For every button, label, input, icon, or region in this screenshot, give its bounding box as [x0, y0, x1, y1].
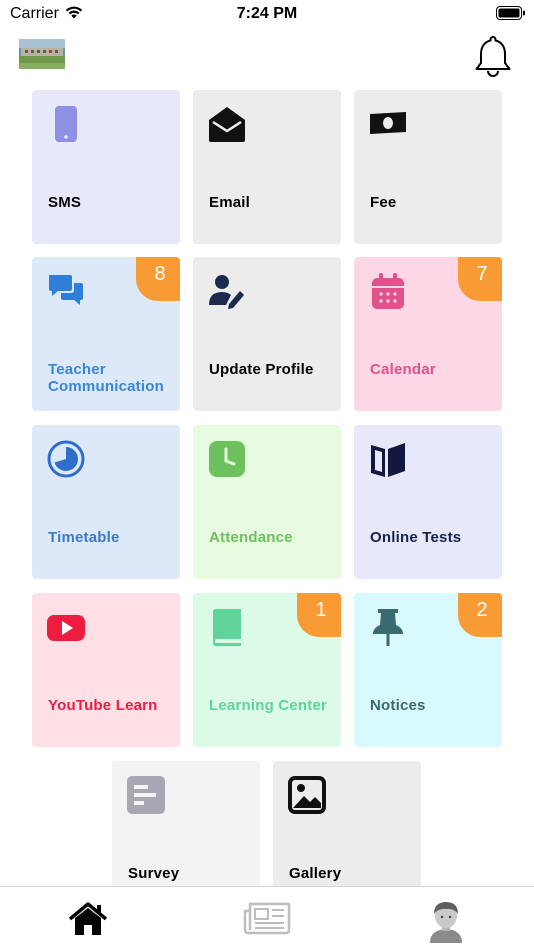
- tile-teacher-communication[interactable]: Teacher Communication 8: [32, 257, 180, 411]
- tile-label: Fee: [370, 194, 397, 211]
- image-icon: [287, 775, 327, 815]
- book-icon: [207, 607, 247, 647]
- count-badge: 1: [297, 593, 341, 637]
- tile-label-line: Communication: [48, 378, 164, 395]
- tile-online-tests[interactable]: Online Tests: [354, 425, 502, 579]
- phone-icon: [46, 104, 86, 144]
- battery-icon: [496, 6, 526, 26]
- bell-icon[interactable]: [472, 34, 514, 85]
- tile-label: Attendance: [209, 529, 293, 546]
- clock-icon: [207, 439, 247, 479]
- tile-update-profile[interactable]: Update Profile: [193, 257, 341, 411]
- count-badge: 8: [136, 257, 180, 301]
- survey-icon: [126, 775, 166, 815]
- banknote-icon: [368, 104, 408, 144]
- count-badge: 7: [458, 257, 502, 301]
- tile-label: Teacher Communication: [48, 361, 164, 395]
- tile-calendar[interactable]: Calendar 7: [354, 257, 502, 411]
- newspaper-icon: [243, 902, 291, 935]
- youtube-icon: [46, 607, 86, 647]
- tab-news[interactable]: [243, 901, 291, 941]
- tile-label: Survey: [128, 865, 180, 882]
- tile-sms[interactable]: SMS: [32, 90, 180, 244]
- tile-timetable[interactable]: Timetable: [32, 425, 180, 579]
- tile-label-line: Teacher: [48, 361, 106, 378]
- clock-time: 7:24 PM: [236, 5, 298, 22]
- tile-youtube-learn[interactable]: YouTube Learn: [32, 593, 180, 747]
- status-bar: Carrier 7:24 PM: [0, 0, 534, 28]
- tile-learning-center[interactable]: Learning Center 1: [193, 593, 341, 747]
- count-badge: 2: [458, 593, 502, 637]
- tile-label: Timetable: [48, 529, 120, 546]
- tile-label: Gallery: [289, 865, 342, 882]
- tile-notices[interactable]: Notices 2: [354, 593, 502, 747]
- user-edit-icon: [207, 271, 247, 311]
- book-open-icon: [368, 439, 408, 479]
- tile-fee[interactable]: Fee: [354, 90, 502, 244]
- tab-bar: [0, 886, 534, 950]
- school-logo[interactable]: [19, 39, 65, 69]
- clock-pie-icon: [46, 439, 86, 479]
- tab-profile[interactable]: [426, 901, 466, 943]
- tile-email[interactable]: Email: [193, 90, 341, 244]
- envelope-open-icon: [207, 104, 247, 144]
- tile-label: YouTube Learn: [48, 697, 158, 714]
- tile-attendance[interactable]: Attendance: [193, 425, 341, 579]
- tile-gallery[interactable]: Gallery: [273, 761, 421, 901]
- tile-label: Notices: [370, 697, 426, 714]
- tile-label: Online Tests: [370, 529, 462, 546]
- avatar-icon: [430, 902, 462, 943]
- app-header: [0, 28, 534, 84]
- tile-label: SMS: [48, 194, 82, 211]
- tile-label: Learning Center: [209, 697, 328, 714]
- tab-home[interactable]: [68, 901, 108, 941]
- tile-survey[interactable]: Survey: [112, 761, 260, 901]
- tile-label: Update Profile: [209, 361, 314, 378]
- home-icon: [68, 902, 108, 935]
- chat-icon: [46, 271, 86, 311]
- tile-label: Calendar: [370, 361, 436, 378]
- pushpin-icon: [368, 607, 408, 647]
- tile-label: Email: [209, 194, 251, 211]
- calendar-icon: [368, 271, 408, 311]
